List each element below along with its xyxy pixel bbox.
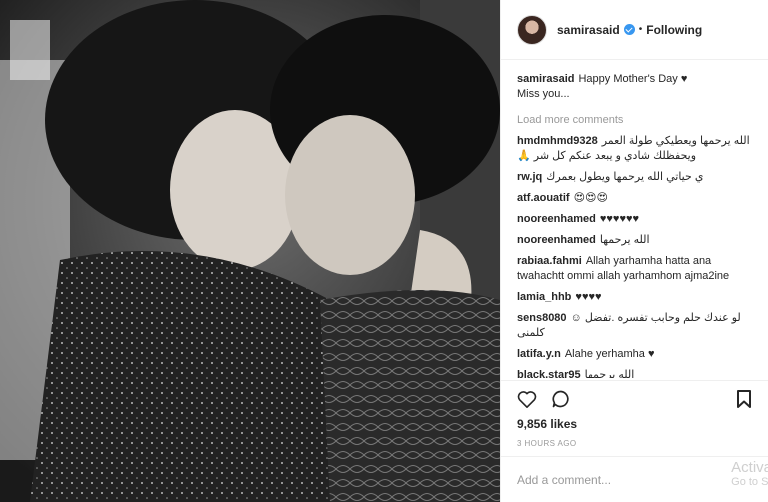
comment-username[interactable]: nooreenhamed (517, 234, 596, 246)
comment-username[interactable]: nooreenhamed (517, 213, 596, 225)
comment-username[interactable]: sens8080 (517, 312, 567, 324)
caption-text: Happy Mother's Day ♥ (578, 73, 688, 85)
comment-username[interactable]: latifa.y.n (517, 348, 561, 360)
avatar[interactable] (517, 14, 547, 45)
load-more-comments-link[interactable]: Load more comments (517, 113, 760, 128)
comments-list[interactable]: samirasaid Happy Mother's Day ♥ Miss you.… (517, 66, 760, 378)
comment-item: nooreenhamed ♥♥♥♥♥♥ (517, 212, 760, 227)
comment-text: Alahe yerhamha ♥ (564, 348, 655, 360)
post-timestamp[interactable]: 3 HOURS AGO (517, 439, 752, 448)
post-actions: 9,856 likes 3 HOURS AGO (501, 380, 768, 456)
add-comment-field[interactable]: Add a comment... Activa Go to S (501, 456, 768, 502)
post-header: samirasaid • Following (501, 0, 768, 60)
heart-icon[interactable] (517, 390, 537, 408)
comment-item: latifa.y.n Alahe yerhamha ♥ (517, 347, 760, 362)
comment-text: الله يرحمها (584, 369, 635, 378)
header-username[interactable]: samirasaid (557, 23, 620, 37)
comment-item: rabiaa.fahmi Allah yarhamha hatta ana twa… (517, 254, 760, 284)
comment-item: sens8080 لو عندك حلم وحابب تفسره .تفضل ☺ … (517, 311, 760, 341)
like-count[interactable]: 9,856 likes (517, 417, 752, 431)
verified-badge-icon (623, 24, 635, 35)
action-icons-row (517, 381, 752, 417)
post-sidebar: samirasaid • Following samirasaid Happy M… (500, 0, 768, 502)
comment-username[interactable]: black.star95 (517, 369, 581, 378)
comment-icon[interactable] (551, 389, 571, 409)
post-photo[interactable] (0, 0, 500, 502)
comment-item: atf.aouatif 😍😍😍 (517, 191, 760, 206)
comment-username[interactable]: hmdmhmd9328 (517, 135, 598, 147)
comment-item: nooreenhamed الله يرحمها (517, 233, 760, 248)
comment-item: black.star95 الله يرحمها (517, 368, 760, 378)
comment-username[interactable]: rabiaa.fahmi (517, 255, 582, 267)
separator-dot: • (638, 24, 643, 35)
comment-username[interactable]: rw.jq (517, 171, 542, 183)
caption-text-line2: Miss you... (517, 88, 570, 100)
bookmark-icon[interactable] (736, 389, 752, 409)
comment-item: rw.jq ي حياتي الله يرحمها ويطول بعمرك (517, 170, 760, 185)
activation-watermark: Activa Go to S (731, 460, 768, 490)
add-comment-placeholder: Add a comment... (517, 472, 612, 487)
comment-text: الله يرحمها (599, 234, 650, 246)
watermark-line2: Go to S (731, 476, 768, 488)
comment-text: 😍😍😍 (573, 192, 608, 204)
comment-text: ♥♥♥♥♥♥ (599, 213, 640, 225)
comment-item: hmdmhmd9328 الله يرحمها ويعطيكي طولة العم… (517, 134, 760, 164)
following-button[interactable]: Following (646, 23, 702, 37)
watermark-line1: Activa (731, 459, 768, 476)
comment-text: ي حياتي الله يرحمها ويطول بعمرك (546, 171, 704, 183)
post-caption: samirasaid Happy Mother's Day ♥ Miss you.… (517, 72, 760, 102)
comment-item: lamia_hhb ♥♥♥♥ (517, 290, 760, 305)
photo-image (0, 0, 500, 502)
comment-username[interactable]: atf.aouatif (517, 192, 570, 204)
caption-username[interactable]: samirasaid (517, 73, 574, 85)
comment-text: ♥♥♥♥ (575, 291, 602, 303)
comment-username[interactable]: lamia_hhb (517, 291, 571, 303)
